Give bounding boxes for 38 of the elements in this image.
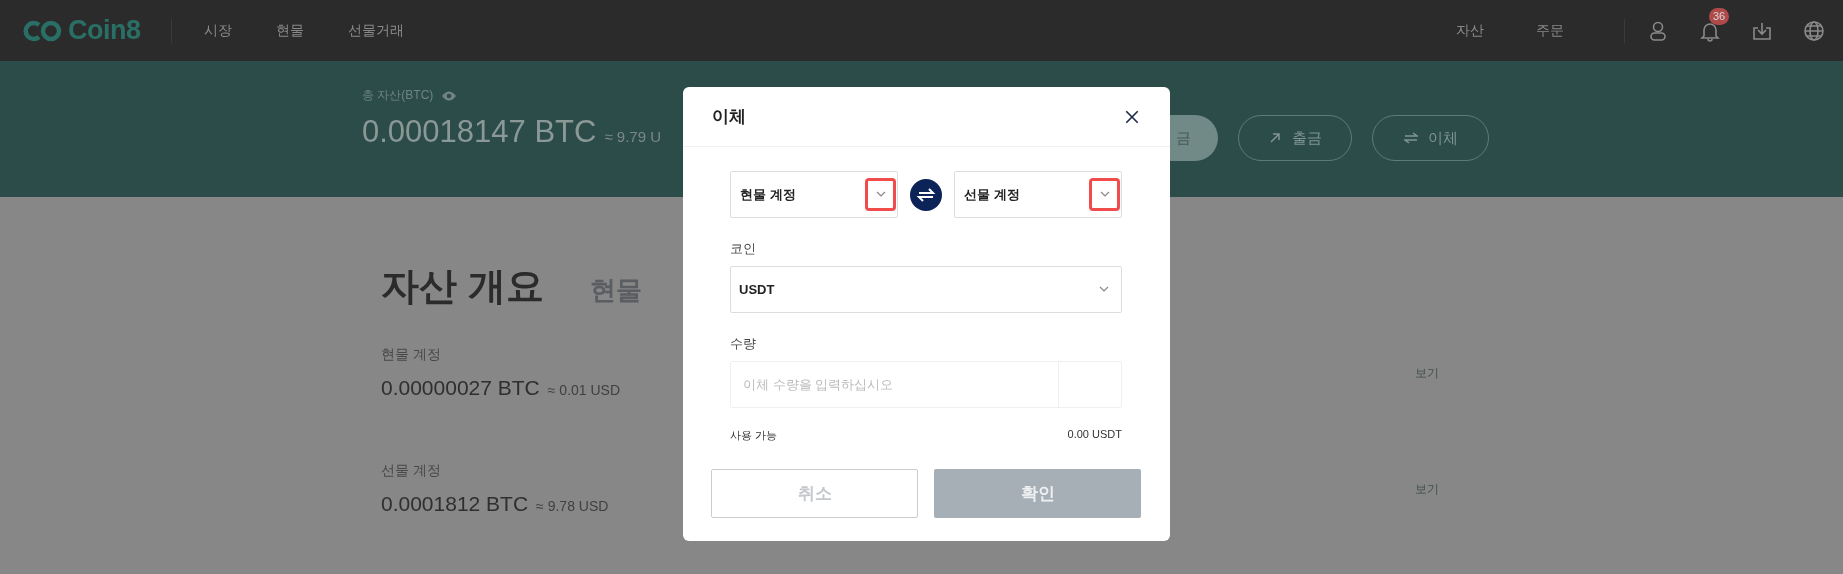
approx-value: ≈ 9.78 USD [536, 498, 609, 514]
total-balance: 0.00018147 BTC [362, 114, 597, 150]
nav-link[interactable]: 현물 [275, 21, 304, 40]
nav-link[interactable]: 선물거래 [347, 21, 404, 40]
available-label: 사용 가능 [730, 428, 778, 443]
swap-icon[interactable] [910, 178, 942, 211]
nav-link[interactable]: 주문 [1536, 21, 1564, 40]
dialog-title: 이체 [712, 106, 746, 128]
approx-value: ≈ 0.01 USD [547, 382, 621, 398]
nav-link[interactable]: 자산 [1456, 21, 1484, 40]
approx-value: ≈ 9.79 U [604, 128, 661, 145]
account-balance: 0.00000027 BTC [381, 376, 540, 400]
field-label: 코인 [730, 240, 757, 258]
view-link[interactable]: 보기 [1415, 480, 1439, 498]
account-name: 선물 계정 [381, 462, 442, 480]
nav-link[interactable]: 시장 [203, 21, 232, 40]
total-assets-label: 총 자산(BTC) [362, 87, 434, 104]
amount-field[interactable]: 이체 수량을 입력하십시오 [730, 361, 1122, 408]
available-amount: 0.00 USDT [1067, 428, 1122, 442]
logo-text: Coin8 [68, 15, 141, 46]
chevron-down-icon [1099, 191, 1110, 198]
arrow-up-right-icon [1268, 131, 1282, 145]
user-icon[interactable] [1647, 19, 1669, 42]
account-balance: 0.0001812 BTC [381, 492, 529, 516]
field-label: 수량 [730, 335, 757, 353]
page-title: 자산 개요 [381, 264, 544, 309]
coin-select[interactable]: USDT [730, 266, 1122, 313]
chevron-down-icon [1099, 286, 1109, 293]
account-name: 현물 계정 [381, 346, 442, 364]
view-link[interactable]: 보기 [1415, 364, 1439, 382]
logo-icon [22, 19, 62, 42]
account-select[interactable]: 선물 계정 [954, 171, 1122, 218]
account-select[interactable]: 현물 계정 [730, 171, 898, 218]
globe-icon[interactable] [1803, 19, 1825, 42]
swap-icon [1403, 131, 1418, 145]
notification-badge: 36 [1709, 7, 1730, 25]
chevron-down-icon [875, 191, 886, 198]
eye-icon[interactable] [441, 89, 458, 102]
